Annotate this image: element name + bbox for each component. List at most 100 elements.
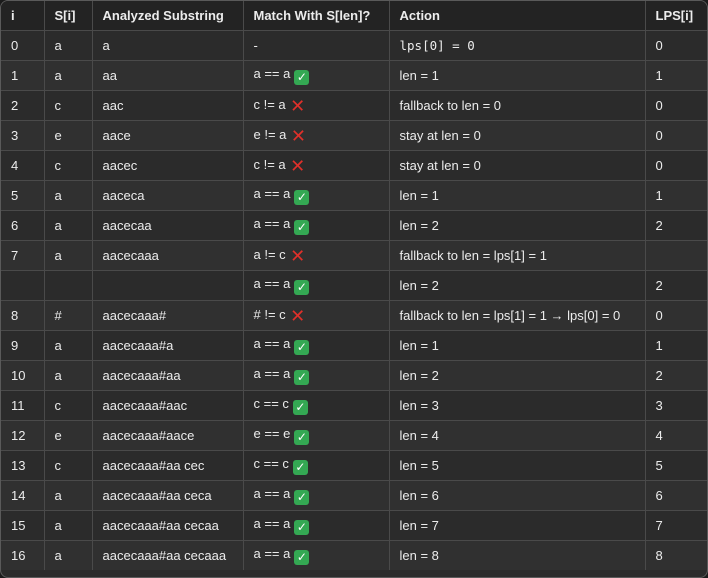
cell-match: c == c ✓ bbox=[242, 450, 390, 481]
cell-action-text: len = 2 bbox=[399, 278, 439, 293]
table-row: 9 a aacecaaa#a a == a ✓ len = 1 1 bbox=[1, 330, 707, 361]
cell-action: fallback to len = lps[1] = 1 → lps[0] = … bbox=[388, 300, 646, 331]
cell-substring: aacec bbox=[91, 150, 244, 181]
cell-s-i-text: a bbox=[54, 68, 62, 83]
cell-s-i-text: a bbox=[54, 518, 62, 533]
cell-action: len = 7 bbox=[388, 510, 646, 541]
header-lps: LPS[i] bbox=[644, 1, 707, 31]
cell-s-i-text: a bbox=[54, 38, 62, 53]
table-row: 0 a a - lps[0] = 0 0 bbox=[1, 30, 707, 61]
cell-lps-text: 3 bbox=[655, 398, 663, 413]
cell-match-text: c == c bbox=[253, 396, 289, 411]
cell-action: fallback to len = lps[1] = 1 bbox=[388, 240, 646, 271]
cell-match: c != a ✕ bbox=[242, 90, 390, 121]
cell-substring: aac bbox=[91, 90, 244, 121]
cell-substring-text: aac bbox=[102, 98, 124, 113]
cell-match-text: e != a bbox=[253, 127, 287, 142]
cell-i-text: 16 bbox=[11, 548, 26, 563]
cell-substring-text: a bbox=[102, 38, 110, 53]
cell-match-text: # != c bbox=[253, 307, 286, 322]
cell-i-text: 9 bbox=[11, 338, 19, 353]
cell-s-i: a bbox=[43, 210, 93, 241]
cell-action: len = 1 bbox=[388, 180, 646, 211]
cell-substring: aacecaaa#a bbox=[91, 330, 244, 361]
cell-lps: 7 bbox=[644, 510, 707, 541]
table-row: 16 a aacecaaa#aa cecaaa a == a ✓ len = 8 8 bbox=[1, 540, 707, 570]
cell-match-text: c != a bbox=[253, 157, 286, 172]
check-mark-icon: ✓ bbox=[294, 430, 310, 445]
cell-match-text: a == a bbox=[253, 186, 291, 201]
header-analyzed-substring: Analyzed Substring bbox=[91, 1, 244, 31]
cell-lps-text: 1 bbox=[655, 188, 663, 203]
cell-i-text: 1 bbox=[11, 68, 19, 83]
cell-lps: 1 bbox=[644, 60, 707, 91]
cell-s-i-text: c bbox=[54, 158, 62, 173]
cell-i-text: 8 bbox=[11, 308, 19, 323]
cell-s-i: a bbox=[43, 30, 93, 61]
cell-substring: aacecaaa#aa cecaaa bbox=[91, 540, 244, 570]
cell-s-i: c bbox=[43, 450, 93, 481]
cross-mark-icon: ✕ bbox=[290, 306, 306, 326]
cell-action: len = 2 bbox=[388, 360, 646, 391]
cell-substring: aacecaaa# bbox=[91, 300, 244, 331]
cell-lps-text: 8 bbox=[655, 548, 663, 563]
cell-action-text: fallback to len = 0 bbox=[399, 98, 502, 113]
cell-action-text: len = 7 bbox=[399, 518, 439, 533]
table-row: 15 a aacecaaa#aa cecaa a == a ✓ len = 7 7 bbox=[1, 510, 707, 541]
check-mark-icon: ✓ bbox=[294, 280, 310, 295]
cell-i: 14 bbox=[1, 480, 45, 511]
check-mark-icon: ✓ bbox=[292, 400, 308, 415]
cell-action-text: len = 3 bbox=[399, 398, 439, 413]
cell-match: a == a ✓ bbox=[242, 480, 390, 511]
cell-s-i bbox=[43, 270, 93, 301]
cell-s-i-text: a bbox=[54, 368, 62, 383]
cell-i: 11 bbox=[1, 390, 45, 421]
cell-substring: aa bbox=[91, 60, 244, 91]
check-mark-icon: ✓ bbox=[294, 520, 310, 535]
table-row: 2 c aac c != a ✕ fallback to len = 0 0 bbox=[1, 90, 707, 121]
cell-lps: 6 bbox=[644, 480, 707, 511]
cell-lps-text: 4 bbox=[655, 428, 663, 443]
table-row: 4 c aacec c != a ✕ stay at len = 0 0 bbox=[1, 150, 707, 181]
cell-i-text: 4 bbox=[11, 158, 19, 173]
cell-lps: 0 bbox=[644, 150, 707, 181]
cell-i: 5 bbox=[1, 180, 45, 211]
cell-lps-text: 0 bbox=[655, 128, 663, 143]
cell-s-i: a bbox=[43, 60, 93, 91]
cell-action-text: len = 6 bbox=[399, 488, 439, 503]
cell-action: len = 2 bbox=[388, 270, 646, 301]
cell-match: a == a ✓ bbox=[242, 510, 390, 541]
cell-substring-text: aacecaaa#aac bbox=[102, 398, 188, 413]
table-row: 10 a aacecaaa#aa a == a ✓ len = 2 2 bbox=[1, 360, 707, 391]
check-mark-icon: ✓ bbox=[294, 490, 310, 505]
cell-substring-text: aacecaaa# bbox=[102, 308, 167, 323]
header-i: i bbox=[1, 1, 45, 31]
cell-lps: 1 bbox=[644, 330, 707, 361]
cell-lps: 2 bbox=[644, 360, 707, 391]
cell-action: len = 1 bbox=[388, 60, 646, 91]
cell-lps-text: 7 bbox=[655, 518, 663, 533]
header-s-i: S[i] bbox=[43, 1, 93, 31]
cell-s-i-text: e bbox=[54, 128, 62, 143]
cell-lps bbox=[644, 240, 707, 271]
cell-substring: a bbox=[91, 30, 244, 61]
cell-lps: 0 bbox=[644, 30, 707, 61]
cell-action: len = 8 bbox=[388, 540, 646, 570]
cell-substring: aacecaaa#aa ceca bbox=[91, 480, 244, 511]
table-row: 8 # aacecaaa# # != c ✕ fallback to len = lps[… bbox=[1, 300, 707, 331]
cell-match: c != a ✕ bbox=[242, 150, 390, 181]
cell-lps-text: 0 bbox=[655, 308, 663, 323]
table-row: 1 a aa a == a ✓ len = 11 bbox=[1, 60, 707, 91]
cell-match-text: a == a bbox=[253, 366, 291, 381]
table-row: 5 a aaceca a == a ✓ len = 1 1 bbox=[1, 180, 707, 211]
cell-match-text: a == a bbox=[253, 516, 291, 531]
cell-match-text: - bbox=[253, 38, 258, 53]
cell-i: 10 bbox=[1, 360, 45, 391]
cell-s-i: c bbox=[43, 390, 93, 421]
cell-substring-text: aacecaaa#aa cec bbox=[102, 458, 205, 473]
table-header-row: i S[i] Analyzed Substring Match With S[l… bbox=[1, 1, 707, 31]
cell-s-i: a bbox=[43, 240, 93, 271]
cell-substring-text: aacecaaa#a bbox=[102, 338, 174, 353]
cell-lps: 2 bbox=[644, 270, 707, 301]
cell-s-i-text: c bbox=[54, 398, 62, 413]
